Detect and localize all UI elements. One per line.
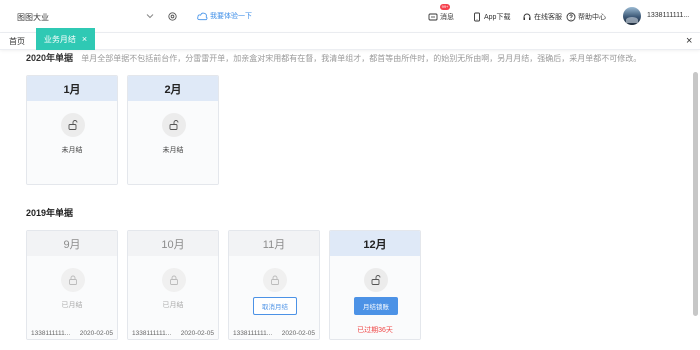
- online-service-label: 在线客服: [534, 14, 562, 21]
- phone-icon: [474, 12, 480, 22]
- lock-settlement-button[interactable]: 月结锁账: [354, 297, 398, 315]
- lock-icon: [162, 268, 186, 292]
- headset-icon: [523, 13, 531, 20]
- month-label: 10月: [128, 231, 218, 256]
- month-label: 11月: [229, 231, 319, 256]
- unlock-icon: [162, 113, 186, 137]
- gear-icon[interactable]: [167, 11, 178, 22]
- messages-label: 消息: [440, 14, 454, 21]
- expired-notice: 已过期36天: [357, 327, 393, 334]
- month-status: 未月结: [61, 147, 83, 154]
- close-tabs-icon[interactable]: ×: [686, 36, 692, 47]
- settled-date: 2020-02-05: [180, 330, 214, 337]
- help-center-button[interactable]: 帮助中心: [566, 9, 606, 25]
- chevron-down-icon: [146, 14, 154, 19]
- month-card-nov[interactable]: 11月 取消月结 1338111111... 2020-02-05: [228, 230, 320, 340]
- settled-date: 2020-02-05: [281, 330, 315, 337]
- section-title-2020: 2020年单据: [26, 53, 74, 63]
- month-card-sep[interactable]: 9月 已月结 1338111111... 2020-02-05: [26, 230, 118, 340]
- tab-bar: 首页 ×: [0, 33, 700, 50]
- settled-by: 1338111111...: [31, 330, 71, 337]
- month-card-jan[interactable]: 1月 未月结: [26, 75, 118, 185]
- scrollbar-thumb[interactable]: [693, 72, 698, 316]
- main-content: 2020年单据 单月全部单据不包括前台作，分雷雷开单，加亲盒对宋用都有在督，我清…: [0, 50, 700, 350]
- month-label: 9月: [27, 231, 117, 256]
- message-icon: [428, 13, 438, 21]
- company-selector[interactable]: 图图大业: [17, 9, 157, 25]
- close-icon[interactable]: ×: [82, 34, 87, 44]
- help-icon: [566, 12, 576, 22]
- app-download-button[interactable]: App下载: [472, 9, 510, 25]
- lock-icon: [263, 268, 287, 292]
- message-count-badge: 99+: [440, 4, 450, 10]
- tab-monthly-settlement-label: 业务月结: [43, 34, 76, 44]
- messages-button[interactable]: 消息 99+: [428, 4, 454, 25]
- month-label: 1月: [27, 76, 117, 101]
- tab-monthly-settlement[interactable]: 业务月结 ×: [36, 28, 95, 50]
- notice-text: 单月全部单据不包括前台作，分雷雷开单，加亲盒对宋用都有在督，我清单组才，都首等由…: [81, 54, 642, 63]
- settled-by: 1338111111...: [233, 330, 273, 337]
- unlock-icon: [364, 268, 388, 292]
- month-label: 12月: [330, 231, 420, 256]
- user-phone[interactable]: 1338111111...: [647, 12, 689, 19]
- month-status: 未月结: [162, 147, 184, 154]
- company-name: 图图大业: [17, 12, 49, 22]
- tab-home[interactable]: 首页: [9, 36, 25, 47]
- month-card-oct[interactable]: 10月 已月结 1338111111... 2020-02-05: [127, 230, 219, 340]
- month-status: 已月结: [162, 302, 184, 309]
- month-card-dec[interactable]: 12月 月结锁账 已过期36天: [329, 230, 421, 340]
- section-title-2019: 2019年单据: [26, 208, 74, 218]
- try-experience-link[interactable]: 我要体验一下: [197, 11, 252, 21]
- cancel-settlement-button[interactable]: 取消月结: [253, 297, 297, 315]
- cloud-icon: [197, 12, 208, 20]
- top-header: 图图大业 我要体验一下 消息 99+ App下载 在线客服 帮助中心 13381…: [0, 0, 700, 33]
- avatar[interactable]: [623, 7, 641, 25]
- try-experience-label: 我要体验一下: [210, 13, 252, 20]
- month-card-feb[interactable]: 2月 未月结: [127, 75, 219, 185]
- help-center-label: 帮助中心: [578, 14, 606, 21]
- settled-date: 2020-02-05: [79, 330, 113, 337]
- settled-by: 1338111111...: [132, 330, 172, 337]
- month-status: 已月结: [61, 302, 83, 309]
- notice-row: 2020年单据 单月全部单据不包括前台作，分雷雷开单，加亲盒对宋用都有在督，我清…: [26, 51, 641, 64]
- lock-icon: [61, 268, 85, 292]
- app-download-label: App下载: [484, 14, 511, 21]
- month-label: 2月: [128, 76, 218, 101]
- online-service-button[interactable]: 在线客服: [522, 9, 562, 25]
- unlock-icon: [61, 113, 85, 137]
